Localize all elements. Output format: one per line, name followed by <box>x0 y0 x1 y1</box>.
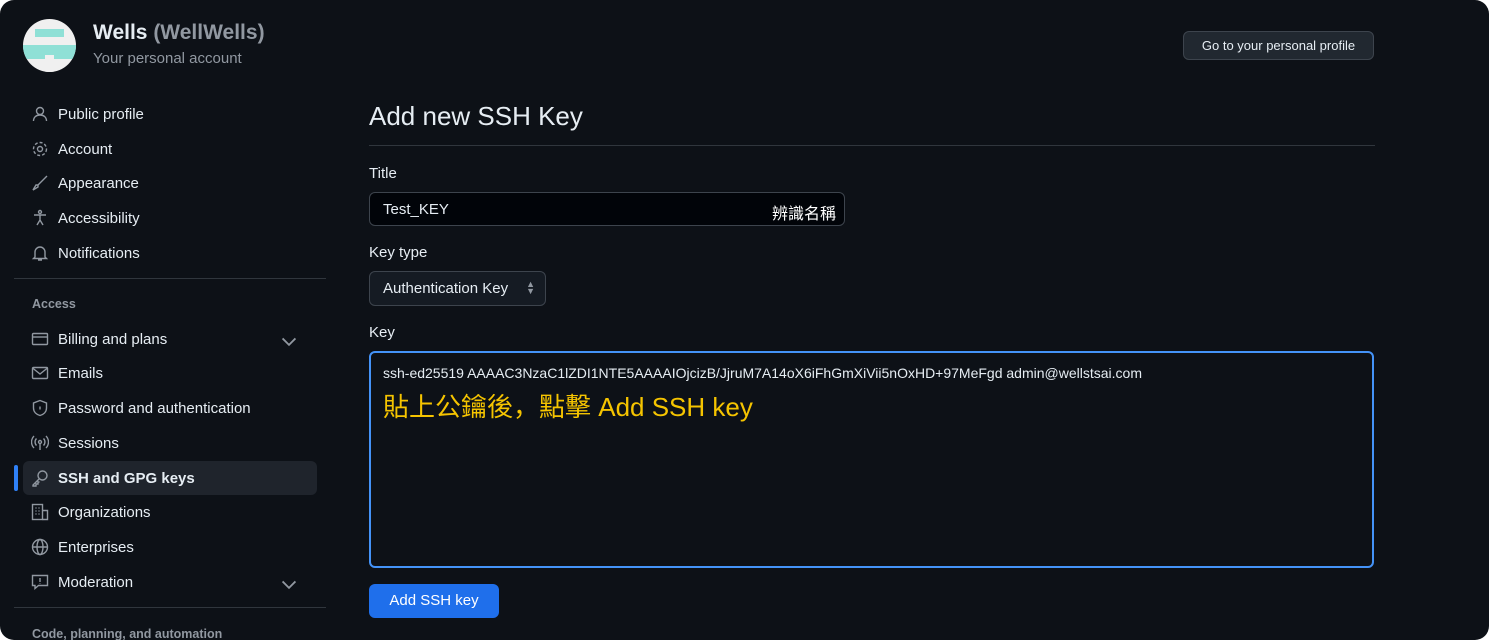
title-value: Test_KEY <box>383 201 449 218</box>
user-display-name: Wells <box>93 21 148 44</box>
mail-icon <box>31 366 49 380</box>
shield-lock-icon <box>32 399 48 417</box>
avatar[interactable] <box>23 19 76 72</box>
sidebar-item-ssh-gpg-keys[interactable]: SSH and GPG keys <box>23 461 317 495</box>
add-ssh-key-button[interactable]: Add SSH key <box>369 584 499 618</box>
active-indicator <box>14 465 18 491</box>
sidebar-item-label: Sessions <box>58 434 119 452</box>
key-type-value: Authentication Key <box>383 280 509 297</box>
organization-icon <box>31 503 49 521</box>
sidebar-item-sessions[interactable]: Sessions <box>23 426 317 460</box>
chevron-down-icon[interactable] <box>280 575 298 593</box>
title-divider <box>369 145 1375 146</box>
sidebar-item-billing[interactable]: Billing and plans <box>23 322 317 356</box>
broadcast-icon <box>31 435 49 450</box>
key-annotation: 貼上公鑰後，點擊 Add SSH key <box>383 392 753 422</box>
settings-window: Wells (WellWells) Your personal account … <box>0 0 1489 640</box>
sidebar-item-label: Appearance <box>58 174 139 192</box>
user-handle: (WellWells) <box>153 21 265 44</box>
sidebar-item-appearance[interactable]: Appearance <box>23 166 317 200</box>
account-subtitle: Your personal account <box>93 50 242 67</box>
sidebar-item-label: Billing and plans <box>58 330 168 348</box>
key-textarea[interactable]: ssh-ed25519 AAAAC3NzaC1lZDI1NTE5AAAAIOjc… <box>369 351 1374 568</box>
user-name: Wells (WellWells) <box>93 21 265 45</box>
sidebar-divider <box>14 278 326 279</box>
sidebar-item-label: Moderation <box>58 573 134 591</box>
sidebar-item-label: Public profile <box>58 105 144 123</box>
select-arrows-icon: ▲ ▼ <box>526 279 535 296</box>
title-label: Title <box>369 165 397 182</box>
sidebar-item-label: Accessibility <box>58 209 140 227</box>
sidebar-item-label: SSH and GPG keys <box>58 469 195 487</box>
sidebar-item-label: Organizations <box>58 503 151 521</box>
sidebar-item-emails[interactable]: Emails <box>23 356 317 390</box>
globe-icon <box>31 538 49 556</box>
go-to-profile-button[interactable]: Go to your personal profile <box>1183 31 1374 60</box>
title-input[interactable]: Test_KEY 辨識名稱 <box>369 192 845 226</box>
paintbrush-icon <box>32 175 48 191</box>
key-label: Key <box>369 324 395 341</box>
title-annotation: 辨識名稱 <box>771 206 836 223</box>
sidebar-item-password[interactable]: Password and authentication <box>23 391 317 425</box>
page-title: Add new SSH Key <box>369 101 583 131</box>
bell-icon <box>31 246 49 261</box>
sidebar-item-account[interactable]: Account <box>23 132 317 166</box>
section-heading-code: Code, planning, and automation <box>32 627 223 640</box>
sidebar-item-label: Notifications <box>58 244 140 262</box>
sidebar-item-label: Enterprises <box>58 538 134 556</box>
person-icon <box>32 106 48 122</box>
sidebar-item-public-profile[interactable]: Public profile <box>23 97 317 131</box>
sidebar-item-moderation[interactable]: Moderation <box>23 565 317 599</box>
key-type-select[interactable]: Authentication Key ▲ ▼ <box>369 271 546 306</box>
credit-card-icon <box>31 332 49 346</box>
sidebar-item-organizations[interactable]: Organizations <box>23 495 317 529</box>
sidebar-item-label: Password and authentication <box>58 399 251 417</box>
sidebar-item-notifications[interactable]: Notifications <box>23 236 317 270</box>
sidebar-divider <box>14 607 326 608</box>
gear-icon <box>32 141 48 157</box>
sidebar-item-enterprises[interactable]: Enterprises <box>23 530 317 564</box>
sidebar-item-accessibility[interactable]: Accessibility <box>23 201 317 235</box>
key-icon <box>32 470 48 487</box>
report-icon <box>31 574 49 591</box>
chevron-down-icon[interactable] <box>280 332 298 350</box>
key-value: ssh-ed25519 AAAAC3NzaC1lZDI1NTE5AAAAIOjc… <box>383 365 1142 381</box>
accessibility-icon <box>34 209 46 226</box>
section-heading-access: Access <box>32 297 76 311</box>
sidebar-item-label: Account <box>58 140 113 158</box>
key-type-label: Key type <box>369 244 428 261</box>
sidebar-item-label: Emails <box>58 364 104 382</box>
